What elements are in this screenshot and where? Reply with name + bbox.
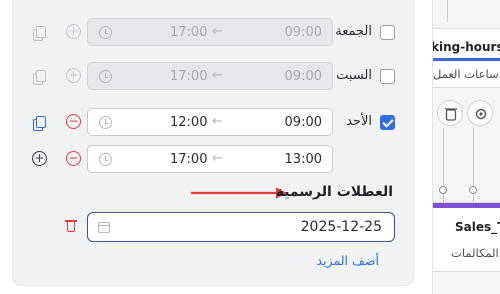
add-more-link[interactable]: أضف المزيد — [317, 253, 379, 268]
arrow-left-icon: ← — [212, 24, 223, 39]
time-range-field: 17:00 ← 09:00 — [87, 18, 333, 46]
to-time-value[interactable]: 17:00 — [170, 25, 207, 40]
copy-icon[interactable] — [33, 116, 46, 131]
connector-line — [447, 0, 448, 22]
annotation-arrow — [191, 187, 287, 199]
from-time-value[interactable]: 13:00 — [285, 152, 322, 167]
node-subtitle: ساعات العمل — [433, 67, 499, 81]
add-circle-icon[interactable]: + — [32, 151, 47, 166]
screen: + 17:00 ← 09:00 الجمعة + 17:00 ← 09:00 ا… — [0, 0, 500, 294]
holiday-date-value: 2025-12-25 — [300, 219, 382, 235]
day-checkbox-friday[interactable] — [380, 25, 395, 40]
flow-canvas[interactable]: king-hours-1 ساعات العمل Sales_Te يل الم… — [432, 0, 500, 294]
holidays-title: العطلات الرسمية — [275, 184, 393, 200]
connector-line — [473, 128, 474, 208]
clock-icon — [99, 70, 112, 83]
node-bar — [433, 203, 500, 208]
arrow-left-icon: ← — [212, 68, 223, 83]
from-time-value[interactable]: 09:00 — [285, 69, 322, 84]
day-label-friday: الجمعة — [335, 24, 372, 39]
holiday-date-input[interactable]: 2025-12-25 — [87, 212, 395, 242]
calendar-icon — [98, 222, 110, 233]
schedule-row-sunday-slot-2: + − 17:00 ← 13:00 — [13, 144, 415, 174]
add-circle-icon[interactable]: + — [66, 68, 81, 83]
connector-line — [443, 128, 444, 208]
gear-icon[interactable] — [467, 100, 493, 126]
flow-node-sales[interactable]: Sales_Te يل المكالمات — [433, 202, 500, 272]
schedule-row-saturday: + 17:00 ← 09:00 السبت — [13, 61, 415, 91]
day-checkbox-sunday[interactable] — [380, 115, 395, 130]
from-time-value[interactable]: 09:00 — [285, 115, 322, 130]
add-circle-icon[interactable]: + — [66, 24, 81, 39]
day-label-saturday: السبت — [336, 68, 372, 83]
to-time-value[interactable]: 17:00 — [170, 69, 207, 84]
clock-icon — [99, 26, 112, 39]
trash-icon[interactable] — [437, 100, 463, 126]
trash-icon[interactable] — [65, 219, 77, 233]
remove-circle-icon[interactable]: − — [66, 114, 81, 129]
to-time-value[interactable]: 12:00 — [170, 115, 207, 130]
connector-dot — [439, 186, 447, 194]
node-bar — [433, 58, 500, 61]
arrow-left-icon: ← — [212, 151, 223, 166]
time-range-field: 17:00 ← 13:00 — [87, 145, 333, 173]
schedule-row-sunday: − 12:00 ← 09:00 الأحد — [13, 107, 415, 137]
copy-icon[interactable] — [33, 26, 46, 41]
time-range-field: 12:00 ← 09:00 — [87, 108, 333, 136]
clock-icon — [99, 116, 112, 129]
arrow-left-icon: ← — [212, 114, 223, 129]
from-time-value[interactable]: 09:00 — [285, 25, 322, 40]
working-hours-panel: + 17:00 ← 09:00 الجمعة + 17:00 ← 09:00 ا… — [12, 0, 414, 286]
flow-node-working-hours[interactable]: king-hours-1 ساعات العمل — [433, 28, 500, 88]
schedule-row-friday: + 17:00 ← 09:00 الجمعة — [13, 17, 415, 47]
node-subtitle: يل المكالمات — [451, 246, 500, 260]
day-checkbox-saturday[interactable] — [380, 69, 395, 84]
node-title: king-hours-1 — [432, 40, 500, 54]
node-title: Sales_Te — [455, 220, 500, 234]
time-range-field: 17:00 ← 09:00 — [87, 62, 333, 90]
connector-dot — [469, 186, 477, 194]
copy-icon[interactable] — [33, 70, 46, 85]
clock-icon — [99, 153, 112, 166]
day-label-sunday: الأحد — [346, 114, 372, 129]
remove-circle-icon[interactable]: − — [66, 151, 81, 166]
to-time-value[interactable]: 17:00 — [170, 152, 207, 167]
